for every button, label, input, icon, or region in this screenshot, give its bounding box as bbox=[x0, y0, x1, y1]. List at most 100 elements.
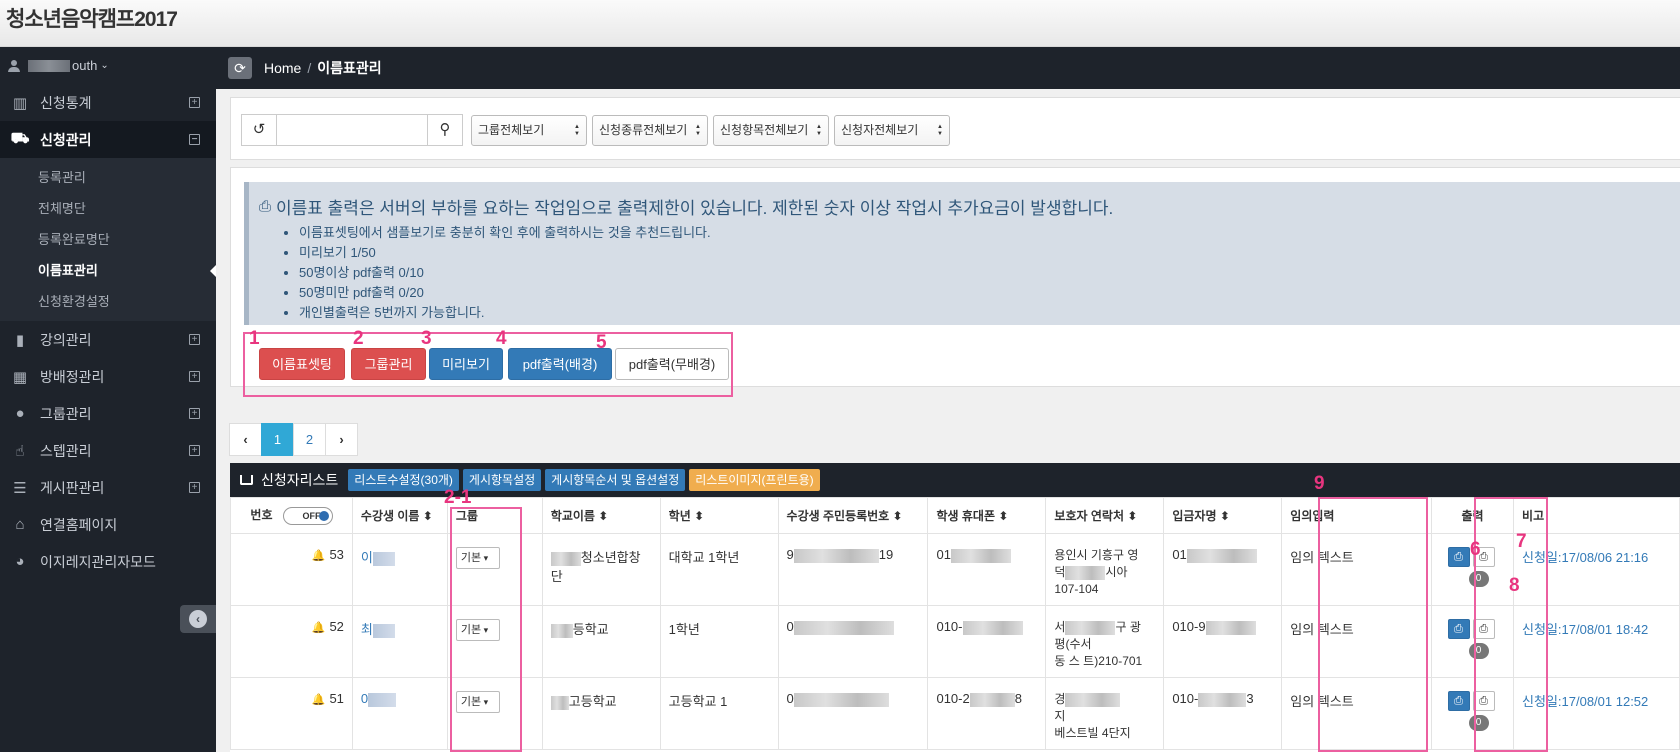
depositor-text: 010-9 bbox=[1172, 619, 1206, 634]
submenu-item-settings[interactable]: 신청환경설정 bbox=[0, 286, 216, 317]
breadcrumb-home[interactable]: Home bbox=[264, 60, 301, 76]
home-icon: ⌂ bbox=[15, 516, 25, 533]
pdf-without-background-button[interactable]: pdf출력(무배경) bbox=[615, 348, 729, 380]
print-icon: ⎙ bbox=[1454, 551, 1463, 563]
sidebar-item-label: 스텝관리 bbox=[40, 442, 92, 459]
collapse-icon[interactable]: − bbox=[189, 134, 200, 145]
next-page-button[interactable]: › bbox=[325, 423, 358, 456]
sidebar-item-homepage[interactable]: ⌂ 연결홈페이지 bbox=[0, 506, 216, 543]
expand-icon[interactable]: + bbox=[189, 334, 200, 345]
student-name-link[interactable]: 최 bbox=[361, 622, 373, 637]
row-number: 🔔 52 bbox=[230, 605, 353, 678]
sidebar-item-room[interactable]: ▦ 방배정관리 + bbox=[0, 358, 216, 395]
notice-item: 이름표셋팅에서 샘플보기로 충분히 확인 후에 출력하시는 것을 추천드립니다. bbox=[299, 223, 1680, 243]
print-with-bg-button[interactable]: ⎙ bbox=[1447, 547, 1470, 567]
rrn-cell: 9 19 bbox=[777, 533, 929, 606]
inbox-icon bbox=[240, 475, 253, 485]
guardian-text: 서 bbox=[1054, 620, 1066, 634]
print-icon: ⎙ bbox=[1454, 695, 1463, 707]
page-1-button[interactable]: 1 bbox=[261, 423, 294, 456]
sidebar-item-label: 게시판관리 bbox=[40, 479, 105, 496]
student-name-link[interactable]: 이 bbox=[361, 550, 373, 565]
notice-item: 미리보기 1/50 bbox=[299, 243, 1680, 263]
col-student-phone[interactable]: 학생 휴대폰 ⬍ bbox=[927, 497, 1047, 534]
applicant-select[interactable]: 신청자전체보기 bbox=[834, 115, 950, 146]
reset-button[interactable]: ↺ bbox=[241, 114, 277, 146]
col-school-name[interactable]: 학교이름 ⬍ bbox=[541, 497, 661, 534]
col-depositor[interactable]: 입금자명 ⬍ bbox=[1163, 497, 1283, 534]
group-filter-select[interactable]: 그룹전체보기 bbox=[471, 115, 587, 146]
submenu-item-nametag[interactable]: 이름표관리 bbox=[0, 255, 216, 286]
guardian-text: 덕 bbox=[1054, 565, 1066, 579]
annotation-marker: 2-1 bbox=[444, 487, 472, 508]
preview-button[interactable]: 미리보기 bbox=[429, 348, 503, 380]
sidebar-item-application-manage[interactable]: ⛟ 신청관리 − bbox=[0, 121, 216, 158]
submenu: 등록관리 전체명단 등록완료명단 이름표관리 신청환경설정 bbox=[0, 158, 216, 321]
sidebar-item-label: 연결홈페이지 bbox=[40, 516, 118, 533]
expand-icon[interactable]: + bbox=[189, 445, 200, 456]
annotation-box-group bbox=[450, 507, 522, 752]
notice-headline: 이름표 출력은 서버의 부하를 요하는 작업임으로 출력제한이 있습니다. 제한… bbox=[276, 199, 1114, 218]
expand-icon[interactable]: + bbox=[189, 371, 200, 382]
table-row: 🔔51 0 기본 고등학교 고등학교 1 0 010-28 경지베스트빌 4단지… bbox=[230, 677, 1680, 750]
sidebar-item-group[interactable]: ● 그룹관리 + bbox=[0, 395, 216, 432]
col-number[interactable]: 번호 OFF bbox=[230, 497, 353, 534]
redacted bbox=[962, 620, 1023, 635]
nametag-setting-button[interactable]: 이름표셋팅 bbox=[259, 348, 345, 380]
redacted bbox=[950, 548, 1011, 563]
col-guardian-contact[interactable]: 보호자 연락처 ⬍ bbox=[1045, 497, 1165, 534]
rrn-text: 19 bbox=[878, 547, 894, 562]
depositor-cell: 010-9 bbox=[1163, 605, 1283, 678]
column-order-setting-button[interactable]: 게시항목순서 및 옵션설정 bbox=[545, 469, 686, 491]
search-button[interactable]: ⚲ bbox=[427, 114, 463, 146]
group-manage-button[interactable]: 그룹관리 bbox=[351, 348, 426, 380]
page-2-button[interactable]: 2 bbox=[293, 423, 326, 456]
submenu-item-all-list[interactable]: 전체명단 bbox=[0, 193, 216, 224]
row-number-value: 52 bbox=[329, 619, 344, 634]
column-label: 번호 bbox=[250, 508, 273, 523]
print-with-bg-button[interactable]: ⎙ bbox=[1447, 691, 1470, 711]
expand-icon[interactable]: + bbox=[189, 97, 200, 108]
expand-icon[interactable]: + bbox=[189, 408, 200, 419]
phone-text: 01 bbox=[936, 547, 951, 562]
refresh-button[interactable]: ⟳ bbox=[228, 57, 252, 79]
rrn-cell: 0 bbox=[777, 605, 929, 678]
column-setting-button[interactable]: 게시항목설정 bbox=[462, 469, 542, 491]
print-with-bg-button[interactable]: ⎙ bbox=[1447, 619, 1470, 639]
user-menu[interactable]: outh ⌄ bbox=[0, 47, 216, 84]
annotation-marker: 9 bbox=[1314, 473, 1325, 494]
guardian-text: 평(수서 bbox=[1054, 637, 1092, 651]
sidebar-item-lecture[interactable]: ▮ 강의관리 + bbox=[0, 321, 216, 358]
list-image-print-button[interactable]: 리스트이미지(프린트용) bbox=[689, 469, 820, 491]
application-item-select[interactable]: 신청항목전체보기 bbox=[713, 115, 829, 146]
sidebar-collapse-button[interactable]: ‹ bbox=[180, 605, 216, 633]
filter-panel: ↺ ⚲ 그룹전체보기 신청종류전체보기 신청항목전체보기 신청자전체보기 bbox=[230, 97, 1680, 160]
student-name-link[interactable]: 0 bbox=[361, 691, 368, 706]
sidebar-item-label: 신청통계 bbox=[40, 94, 92, 111]
guardian-text: 구 광 bbox=[1115, 620, 1141, 634]
col-resident-number[interactable]: 수강생 주민등록번호 ⬍ bbox=[777, 497, 929, 534]
col-grade[interactable]: 학년 ⬍ bbox=[659, 497, 779, 534]
submenu-item-completed-list[interactable]: 등록완료명단 bbox=[0, 224, 216, 255]
redacted bbox=[793, 548, 879, 563]
application-type-select[interactable]: 신청종류전체보기 bbox=[592, 115, 708, 146]
redacted bbox=[368, 692, 397, 707]
sidebar-item-board[interactable]: ☰ 게시판관리 + bbox=[0, 469, 216, 506]
search-input[interactable] bbox=[277, 114, 427, 146]
sidebar-item-stats[interactable]: ▥ 신청통계 + bbox=[0, 84, 216, 121]
rrn-text: 9 bbox=[786, 547, 794, 562]
bar-chart-icon: ▥ bbox=[12, 94, 28, 112]
redacted-username bbox=[28, 59, 70, 72]
col-student-name[interactable]: 수강생 이름 ⬍ bbox=[351, 497, 448, 534]
prev-page-button[interactable]: ‹ bbox=[229, 423, 262, 456]
sidebar-item-staff[interactable]: ☝ 스텝관리 + bbox=[0, 432, 216, 469]
annotation-marker: 7 bbox=[1516, 531, 1527, 552]
sidebar-item-admin-mode[interactable]: ◕ 이지레지관리자모드 bbox=[0, 543, 216, 580]
list-count-setting-button[interactable]: 리스트수설정(30개) bbox=[348, 469, 459, 491]
row-number: 🔔 51 bbox=[230, 677, 353, 750]
submenu-item-registration[interactable]: 등록관리 bbox=[0, 162, 216, 193]
number-toggle[interactable]: OFF bbox=[282, 506, 333, 525]
undo-icon: ↺ bbox=[252, 121, 266, 138]
expand-icon[interactable]: + bbox=[189, 482, 200, 493]
pdf-with-background-button[interactable]: pdf출력(배경) bbox=[508, 348, 612, 380]
